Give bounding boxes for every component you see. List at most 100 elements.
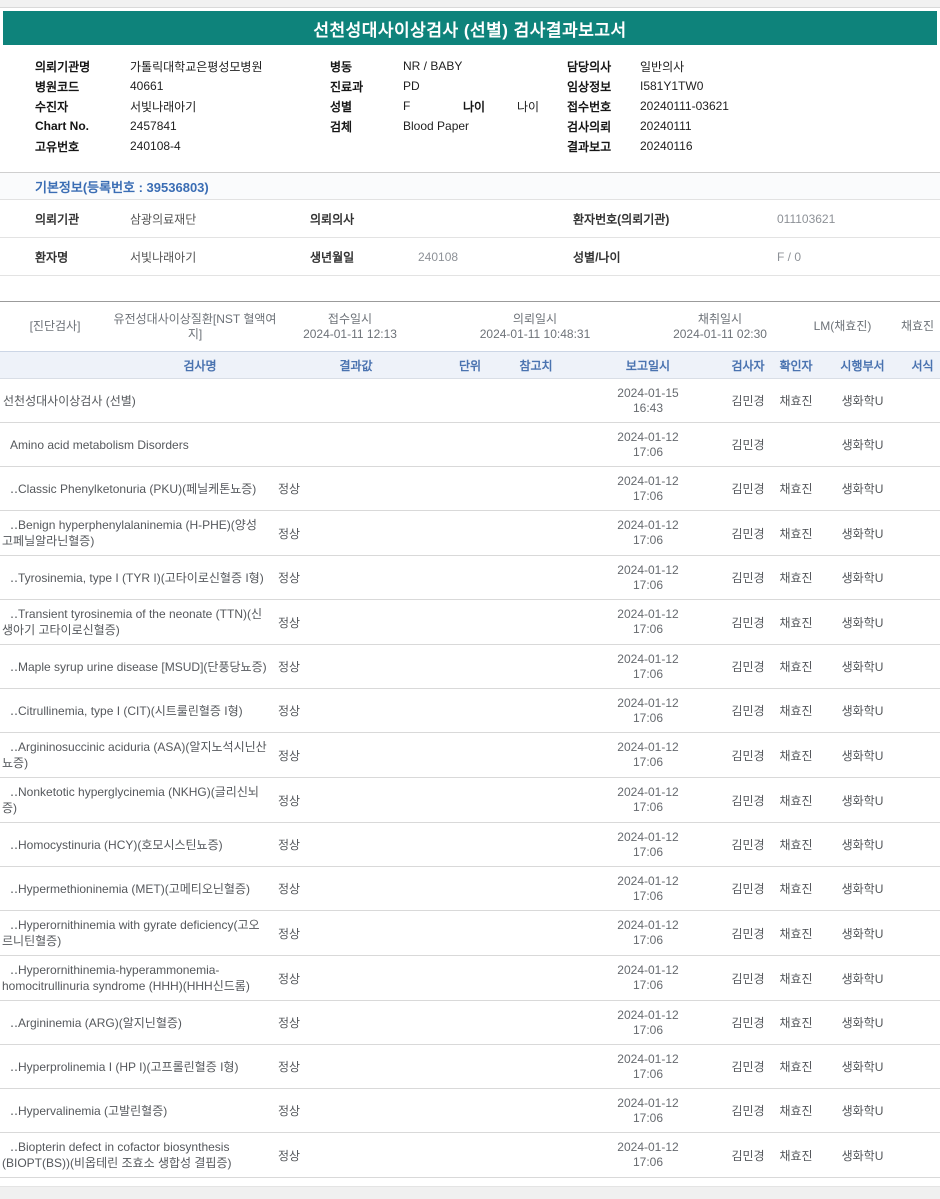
field-value: 2457841 [130,119,177,133]
department-cell: 생화학U [841,748,884,763]
field-label: 접수번호 [567,99,612,114]
confirmer-cell: 채효진 [779,748,813,763]
col-department: 시행부서 [840,358,885,373]
collection-value: 2024-01-11 02:30 [673,326,767,341]
col-result-value: 결과값 [339,358,373,373]
result-value-cell: 정상 [278,482,301,496]
report-time: 17:06 [632,755,664,769]
result-value-cell: 정상 [278,660,301,674]
results-table-body: 선천성대사이상검사 (선별) 2024-01-15 16:43 김민경 채효진 생화학U A… [0,379,940,1178]
field-value: Blood Paper [403,119,470,133]
tester-cell: 김민경 [731,793,765,808]
result-value-cell: 정상 [278,704,301,718]
report-date: 2024-01-12 [617,740,679,754]
report-time: 17:06 [632,978,664,992]
col-tester: 검사자 [731,358,765,373]
report-datetime-cell: 2024-01-12 17:06 [572,740,724,770]
report-datetime-cell: 2024-01-15 16:43 [572,386,724,416]
tester-cell: 김민경 [731,615,765,630]
department-cell: 생화학U [841,438,884,452]
request-datetime: 의뢰일시 2024-01-11 10:48:31 [420,312,650,342]
test-name-cell: ‥Hyperornithinemia with gyrate deficienc… [2,918,260,948]
patient-header-row: 진료과 PD [330,76,539,96]
result-value-cell: 정상 [278,1016,301,1030]
request-value: 2024-01-11 10:48:31 [479,326,591,341]
test-name-cell: ‥Benign hyperphenylalaninemia (H-PHE)(양성… [2,518,257,548]
result-value-cell: 정상 [278,1148,301,1163]
department-cell: 생화학U [841,882,884,896]
tester-cell: 김민경 [731,882,765,896]
department-cell: 생화학U [841,704,884,718]
field-label: 생년월일 [310,250,355,264]
report-datetime-cell: 2024-01-12 17:06 [572,474,724,504]
field-value: 20240111-03621 [640,99,729,113]
report-datetime-cell: 2024-01-12 17:06 [572,652,724,682]
col-reference: 참고치 [519,358,553,373]
report-time: 17:06 [632,1155,664,1169]
report-date: 2024-01-12 [617,518,679,532]
result-value-cell: 정상 [278,526,301,541]
results-table-header: 검사명 결과값 단위 참고치 보고일시 검사자 확인자 시행부서 서식 [0,351,940,379]
result-row: ‥Hyperornithinemia-hyperammonemia-homoci… [0,956,940,1001]
confirmer-cell: 채효진 [779,838,813,852]
field-label: 나이 [463,99,486,114]
patient-header-row: 수진자 서빛나래아기 [35,96,262,116]
report-datetime-cell: 2024-01-12 17:06 [572,563,724,593]
confirmer-cell: 채효진 [779,1016,813,1030]
col-unit: 단위 [458,358,482,373]
report-date: 2024-01-12 [617,785,679,799]
report-datetime-cell: 2024-01-12 17:06 [572,1052,724,1082]
result-value-cell: 정상 [278,971,301,986]
confirmer-cell: 채효진 [779,615,813,630]
receipt-label: 접수일시 [327,311,373,326]
report-time: 17:06 [632,1110,664,1125]
confirmer-cell: 채효진 [779,926,813,941]
tester-cell: 김민경 [731,748,765,763]
result-row: Amino acid metabolism Disorders 2024-01-1… [0,423,940,467]
patient-header-row: 결과보고 20240116 [567,136,729,156]
result-row: ‥Nonketotic hyperglycinemia (NKHG)(글리신뇌증… [0,778,940,823]
report-date: 2024-01-12 [617,963,679,977]
department-cell: 생화학U [841,526,884,541]
result-row: ‥Transient tyrosinemia of the neonate (T… [0,600,940,645]
patient-header-row: 병원코드 40661 [35,76,262,96]
report-date: 2024-01-12 [617,695,679,710]
test-name-cell: ‥Citrullinemia, type I (CIT)(시트룰린혈증 I형) [10,703,243,718]
field-label: 성별/나이 [573,250,621,264]
field-label: 담당의사 [567,59,612,74]
test-name-cell: ‥Hypermethioninemia (MET)(고메티오닌혈증) [10,881,250,896]
test-name-cell: ‥Hyperornithinemia-hyperammonemia-homoci… [2,963,250,993]
field-label: 병원코드 [35,79,80,94]
receipt-datetime: 접수일시 2024-01-11 12:13 [280,312,420,342]
report-datetime-cell: 2024-01-12 17:06 [572,430,724,460]
patient-header-row: 고유번호 240108-4 [35,136,262,156]
result-row: ‥Classic Phenylketonuria (PKU)(페닐케톤뇨증) 정상… [0,467,940,511]
patient-header-middle: 병동 NR / BABY 진료과 PD 성별 F 나이 나이 검체 Blood Paper [330,56,539,136]
report-datetime-cell: 2024-01-12 17:06 [572,963,724,993]
col-form: 서식 [911,358,934,373]
report-datetime-cell: 2024-01-12 17:06 [572,785,724,815]
result-row: ‥Hyperprolinemia I (HP I)(고프롤린혈증 I형) 정상 20… [0,1045,940,1089]
test-name-cell: Amino acid metabolism Disorders [10,437,189,452]
field-label: 의뢰기관 [35,212,80,226]
result-value-cell: 정상 [278,1104,301,1118]
result-row: ‥Argininemia (ARG)(알지닌혈증) 정상 2024-01-12 17:… [0,1001,940,1045]
report-time: 17:06 [632,577,664,592]
tester-cell: 김민경 [731,1060,765,1074]
field-value: F / 0 [777,249,802,264]
basic-info-row-1: 의뢰기관 삼광의료재단 의뢰의사 환자번호(의뢰기관) 011103621 [0,200,940,238]
department-cell: 생화학U [841,1148,884,1163]
tester-cell: 김민경 [731,704,765,718]
tester-cell: 김민경 [731,394,765,408]
field-label: 병동 [330,59,353,74]
confirmer-cell: 채효진 [779,660,813,674]
test-name-cell: ‥Transient tyrosinemia of the neonate (T… [2,607,263,637]
patient-header-left: 의뢰기관명 가톨릭대학교은평성모병원 병원코드 40661 수진자 서빛나래아기 Chart… [35,56,262,156]
report-datetime-cell: 2024-01-12 17:06 [572,1008,724,1038]
report-time: 17:06 [632,488,664,503]
result-value-cell: 정상 [278,748,301,763]
confirmer-cell: 채효진 [779,793,813,808]
tester-cell: 김민경 [731,571,765,585]
result-value-cell: 정상 [278,615,301,630]
test-name-cell: ‥Argininosuccinic aciduria (ASA)(알지노석시닌산… [2,740,267,770]
